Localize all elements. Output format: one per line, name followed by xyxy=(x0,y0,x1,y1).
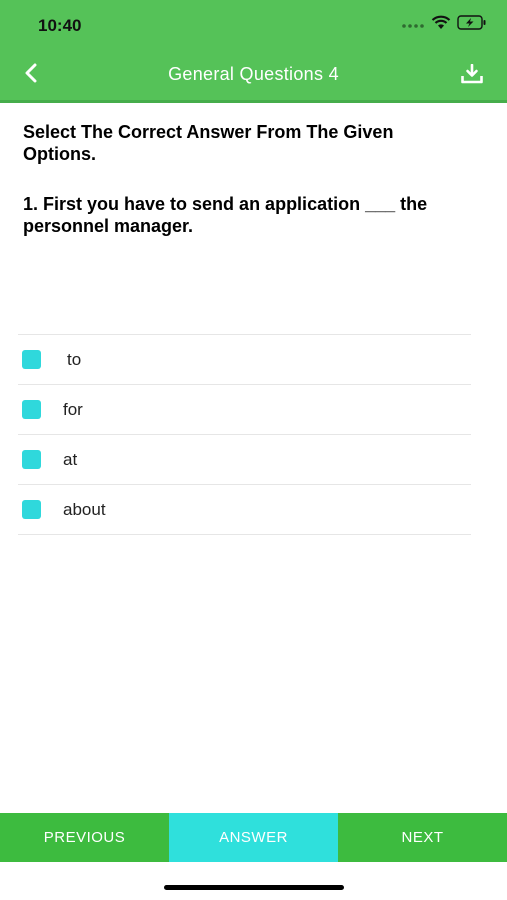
option-checkbox[interactable] xyxy=(22,450,41,469)
option-checkbox[interactable] xyxy=(22,350,41,369)
status-time: 10:40 xyxy=(38,16,82,35)
instruction-text: Select The Correct Answer From The Given… xyxy=(23,122,394,164)
option-label: for xyxy=(63,399,83,419)
question-text: 1. First you have to send an application… xyxy=(23,194,428,236)
status-icons xyxy=(401,15,487,35)
battery-charging-icon xyxy=(457,15,487,35)
option-item[interactable]: for xyxy=(18,385,471,435)
wifi-icon xyxy=(431,15,451,35)
option-label: to xyxy=(67,349,82,369)
option-label: about xyxy=(63,499,106,519)
download-icon xyxy=(461,63,483,89)
download-button[interactable] xyxy=(459,63,485,89)
option-checkbox[interactable] xyxy=(22,500,41,519)
status-bar: 10:40 xyxy=(0,0,507,50)
home-indicator[interactable] xyxy=(164,885,344,890)
previous-button[interactable]: PREVIOUS xyxy=(0,813,169,862)
signal-dots-icon xyxy=(401,16,425,34)
option-label: at xyxy=(63,449,78,469)
answer-button[interactable]: ANSWER xyxy=(169,813,338,862)
option-item[interactable]: at xyxy=(18,435,471,485)
options-list: to for at about xyxy=(18,334,471,535)
next-button[interactable]: NEXT xyxy=(338,813,507,862)
option-item[interactable]: about xyxy=(18,485,471,535)
option-item[interactable]: to xyxy=(18,335,471,385)
option-checkbox[interactable] xyxy=(22,400,41,419)
bottom-bar: PREVIOUS ANSWER NEXT xyxy=(0,813,507,862)
nav-bar: General Questions 4 xyxy=(0,50,507,103)
page-title: General Questions 4 xyxy=(168,64,339,84)
